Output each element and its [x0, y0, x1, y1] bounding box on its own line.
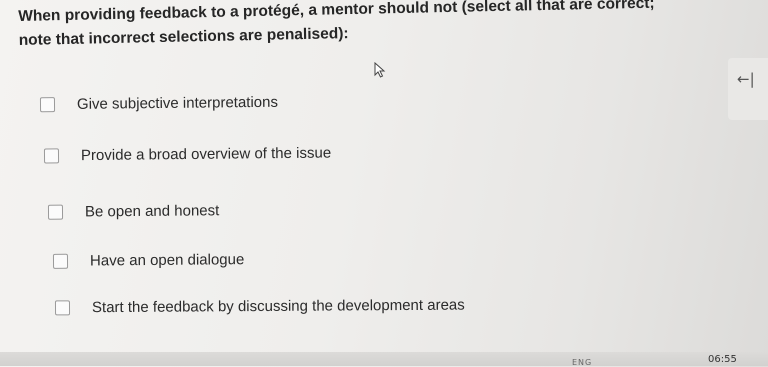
side-panel	[728, 58, 768, 120]
taskbar	[0, 352, 768, 366]
option-item[interactable]: Have an open dialogue	[52, 251, 245, 270]
option-label: Give subjective interpretations	[76, 93, 279, 113]
option-label: Have an open dialogue	[89, 251, 245, 270]
option-item[interactable]: Provide a broad overview of the issue	[43, 144, 332, 165]
question-text: When providing feedback to a protégé, a …	[18, 0, 719, 53]
collapse-left-icon[interactable]: ←|	[737, 70, 755, 88]
checkbox[interactable]	[43, 148, 60, 164]
checkbox[interactable]	[54, 300, 71, 316]
checkbox[interactable]	[47, 204, 64, 220]
option-label: Provide a broad overview of the issue	[80, 144, 332, 165]
checkbox[interactable]	[52, 253, 69, 269]
checkbox[interactable]	[39, 97, 56, 113]
option-label: Be open and honest	[84, 202, 220, 221]
option-item[interactable]: Start the feedback by discussing the dev…	[54, 296, 465, 317]
mouse-cursor-icon	[374, 62, 386, 78]
option-item[interactable]: Give subjective interpretations	[39, 93, 279, 113]
taskbar-clock: 06:55	[708, 354, 737, 365]
option-item[interactable]: Be open and honest	[47, 202, 220, 221]
option-label: Start the feedback by discussing the dev…	[91, 296, 465, 317]
